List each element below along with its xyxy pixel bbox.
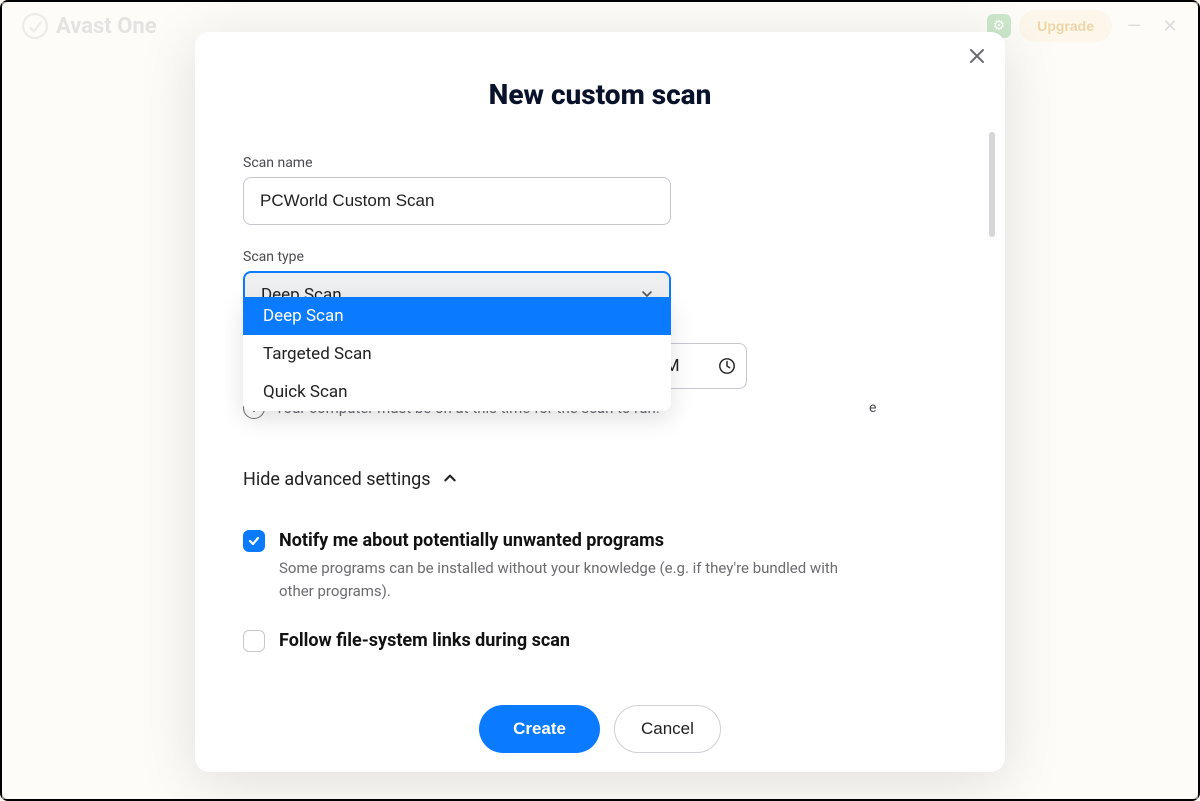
scan-type-label: Scan type [243, 249, 671, 265]
setting-notify-desc: Some programs can be installed without y… [279, 557, 859, 602]
setting-notify-title: Notify me about potentially unwanted pro… [279, 530, 859, 551]
setting-follow-links-title: Follow file-system links during scan [279, 630, 570, 651]
checkbox-notify-pup[interactable] [243, 530, 265, 552]
create-button[interactable]: Create [479, 705, 600, 753]
setting-notify-pup: Notify me about potentially unwanted pro… [243, 530, 957, 602]
modal-footer: Create Cancel [195, 686, 1005, 772]
modal-close-button[interactable] [969, 48, 985, 68]
clock-icon [718, 357, 736, 375]
modal-title: New custom scan [195, 78, 1005, 111]
new-custom-scan-modal: New custom scan Scan name Scan type Deep… [195, 32, 1005, 772]
scan-type-option-quick[interactable]: Quick Scan [243, 373, 671, 411]
advanced-settings-toggle[interactable]: Hide advanced settings [243, 469, 957, 490]
scan-type-option-targeted[interactable]: Targeted Scan [243, 335, 671, 373]
scan-type-option-deep[interactable]: Deep Scan [243, 297, 671, 335]
modal-backdrop: New custom scan Scan name Scan type Deep… [2, 2, 1198, 799]
advanced-toggle-label: Hide advanced settings [243, 469, 431, 490]
checkbox-follow-links[interactable] [243, 630, 265, 652]
check-icon [247, 534, 261, 548]
close-icon [969, 48, 985, 64]
time-field-label-partial: e [869, 400, 876, 416]
chevron-up-icon [443, 469, 457, 490]
scan-name-input[interactable] [243, 177, 671, 225]
setting-follow-links: Follow file-system links during scan [243, 630, 957, 652]
scan-type-dropdown: Deep Scan Targeted Scan Quick Scan [243, 297, 671, 411]
scan-name-label: Scan name [243, 155, 957, 171]
cancel-button[interactable]: Cancel [614, 705, 721, 753]
modal-body: Scan name Scan type Deep Scan Deep Scan … [195, 111, 1005, 686]
